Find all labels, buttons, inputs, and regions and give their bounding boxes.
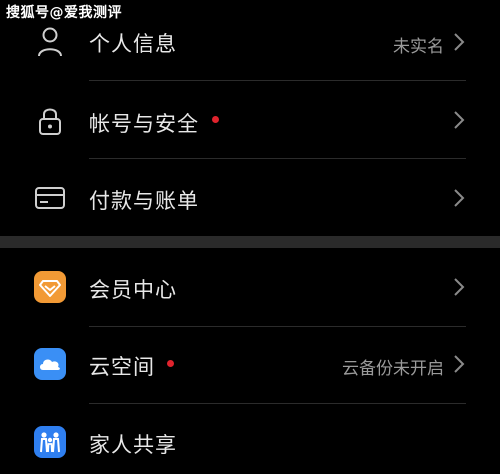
row-member-center[interactable]: 会员中心 xyxy=(0,248,500,326)
personal-info-status: 未实名 xyxy=(393,37,444,57)
cloud-icon xyxy=(34,348,66,380)
chevron-right-icon xyxy=(454,111,465,129)
cloud-space-label: 云空间 xyxy=(89,355,155,379)
watermark: 搜狐号@爱我测评 xyxy=(6,5,122,21)
row-family-sharing[interactable]: 家人共享 xyxy=(0,404,500,474)
cloud-backup-status: 云备份未开启 xyxy=(342,359,444,379)
diamond-icon xyxy=(34,271,66,303)
notification-badge xyxy=(212,116,219,123)
personal-info-label: 个人信息 xyxy=(89,32,177,56)
chevron-right-icon xyxy=(454,355,465,373)
row-payment-bills[interactable]: 付款与账单 xyxy=(0,159,500,236)
row-account-security[interactable]: 帐号与安全 xyxy=(0,81,500,159)
member-center-label: 会员中心 xyxy=(89,278,177,302)
payment-bills-label: 付款与账单 xyxy=(89,189,199,213)
family-sharing-label: 家人共享 xyxy=(89,433,177,457)
section-separator xyxy=(0,236,500,248)
chevron-right-icon xyxy=(454,278,465,296)
row-cloud-space[interactable]: 云空间 云备份未开启 xyxy=(0,327,500,404)
family-icon xyxy=(34,426,66,458)
account-security-label: 帐号与安全 xyxy=(89,112,199,136)
chevron-right-icon xyxy=(454,189,465,207)
chevron-right-icon xyxy=(454,33,465,51)
card-icon xyxy=(34,182,66,214)
person-icon xyxy=(34,26,66,58)
lock-icon xyxy=(34,105,66,137)
notification-badge xyxy=(167,360,174,367)
